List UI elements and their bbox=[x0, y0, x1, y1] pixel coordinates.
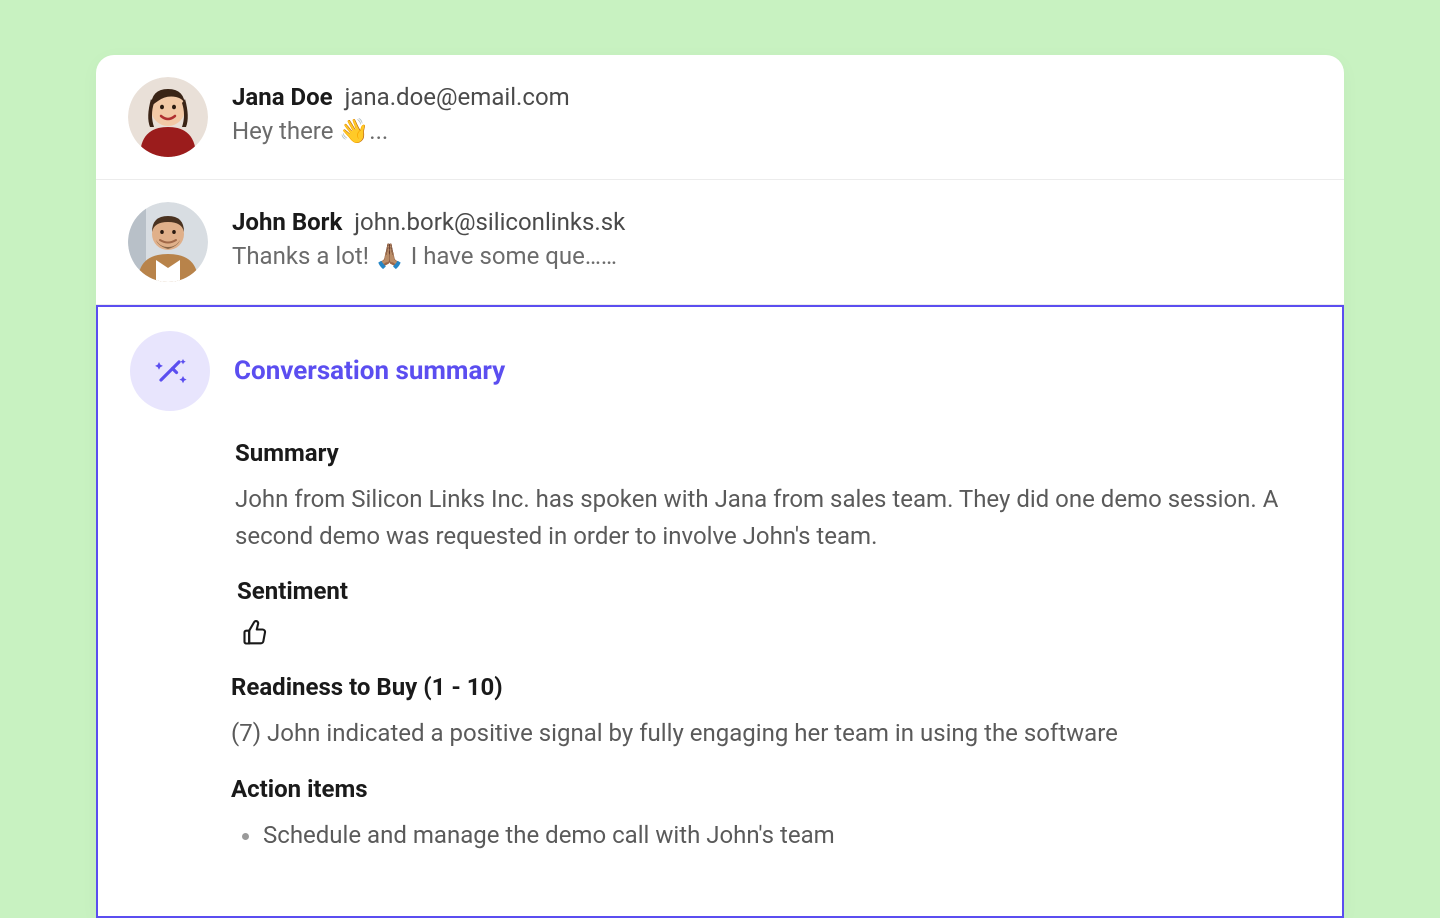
magic-wand-icon bbox=[130, 331, 210, 411]
list-item: Schedule and manage the demo call with J… bbox=[263, 817, 1310, 854]
section-readiness: Readiness to Buy (1 - 10) (7) John indic… bbox=[231, 673, 1310, 752]
message-preview: Thanks a lot! 🙏🏽 I have some que…… bbox=[232, 242, 625, 270]
section-body: John from Silicon Links Inc. has spoken … bbox=[235, 481, 1310, 555]
section-heading: Summary bbox=[235, 439, 1310, 467]
message-row[interactable]: Jana Doe jana.doe@email.com Hey there 👋.… bbox=[96, 55, 1344, 180]
thumbs-up-icon bbox=[241, 619, 1310, 651]
summary-title: Conversation summary bbox=[234, 356, 505, 386]
section-heading: Sentiment bbox=[237, 577, 1310, 605]
sender-email: john.bork@siliconlinks.sk bbox=[354, 208, 625, 236]
sender-name: Jana Doe bbox=[232, 83, 333, 111]
section-heading: Action items bbox=[231, 775, 1310, 803]
avatar bbox=[128, 77, 208, 157]
sender-email: jana.doe@email.com bbox=[345, 83, 570, 111]
section-summary: Summary John from Silicon Links Inc. has… bbox=[235, 439, 1310, 555]
section-body: (7) John indicated a positive signal by … bbox=[231, 715, 1310, 752]
message-preview: Hey there 👋... bbox=[232, 117, 570, 145]
sender-name: John Bork bbox=[232, 208, 342, 236]
conversation-summary-panel: Conversation summary Summary John from S… bbox=[96, 305, 1344, 918]
action-items-list: Schedule and manage the demo call with J… bbox=[231, 817, 1310, 854]
section-sentiment: Sentiment bbox=[237, 577, 1310, 651]
section-actions: Action items Schedule and manage the dem… bbox=[231, 775, 1310, 854]
section-heading: Readiness to Buy (1 - 10) bbox=[231, 673, 1310, 701]
message-row[interactable]: John Bork john.bork@siliconlinks.sk Than… bbox=[96, 180, 1344, 305]
message-content: Jana Doe jana.doe@email.com Hey there 👋.… bbox=[232, 77, 570, 145]
message-content: John Bork john.bork@siliconlinks.sk Than… bbox=[232, 202, 625, 270]
conversation-card: Jana Doe jana.doe@email.com Hey there 👋.… bbox=[96, 55, 1344, 918]
avatar bbox=[128, 202, 208, 282]
